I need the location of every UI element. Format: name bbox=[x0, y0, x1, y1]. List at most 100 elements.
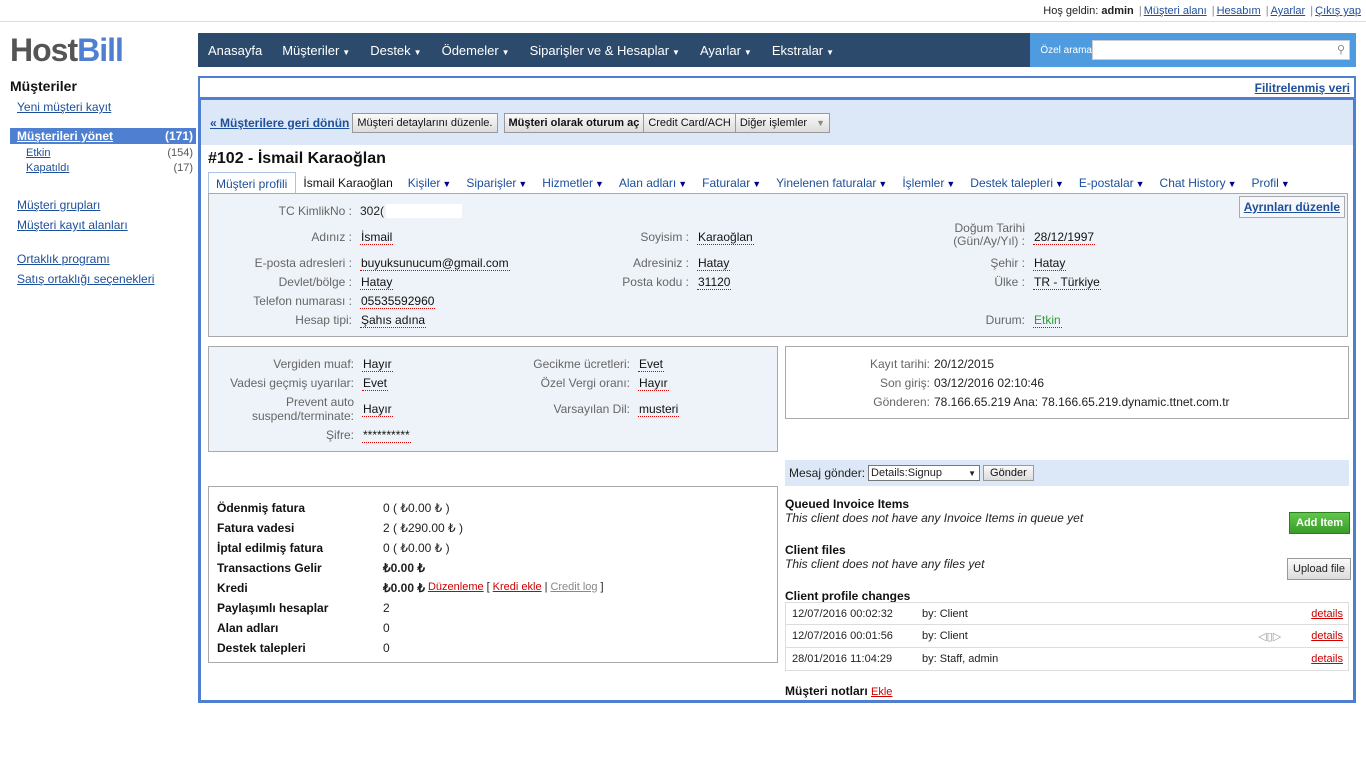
phone-label: Telefon numarası : bbox=[253, 294, 352, 308]
sidebar-affiliate-options[interactable]: Satış ortaklığı seçenekleri bbox=[17, 272, 196, 286]
credit-edit-link[interactable]: Düzenleme bbox=[428, 581, 484, 595]
city-value[interactable]: Hatay bbox=[1033, 256, 1067, 271]
password-value[interactable]: ********** bbox=[362, 428, 411, 443]
account-type-label: Hesap tipi: bbox=[295, 313, 352, 327]
edit-customer-button[interactable]: Müşteri detaylarını düzenle. bbox=[352, 112, 498, 133]
nav-home[interactable]: Anasayfa bbox=[198, 43, 272, 58]
details-link[interactable]: details bbox=[1311, 608, 1343, 620]
profile-changes-table: 12/07/2016 00:02:32 by: Client details 12/… bbox=[785, 602, 1349, 671]
login-info: Kayıt tarihi: 20/12/2015 Son giriş: 03/12/… bbox=[785, 346, 1349, 419]
edit-details-button[interactable]: Ayrınları düzenle bbox=[1238, 196, 1345, 218]
summary-income-value: ₺0.00 ₺ bbox=[383, 561, 425, 575]
tab-chat-history[interactable]: Chat History ▼ bbox=[1153, 172, 1245, 194]
summary-tickets-label: Destek talepleri bbox=[217, 641, 306, 655]
surname-value[interactable]: Karaoğlan bbox=[697, 230, 754, 245]
account-type-value[interactable]: Şahıs adına bbox=[360, 313, 427, 328]
tab-contacts[interactable]: Kişiler ▼ bbox=[401, 172, 460, 194]
phone-value[interactable]: 05535592960 bbox=[360, 294, 436, 309]
tc-redaction bbox=[386, 204, 463, 218]
logout-link[interactable]: Çıkış yap bbox=[1315, 5, 1361, 17]
credit-card-button[interactable]: Credit Card/ACH bbox=[643, 112, 735, 133]
summary-paid-value: 0 ( ₺0.00 ₺ ) bbox=[383, 501, 450, 515]
client-area-link[interactable]: Müşteri alanı bbox=[1144, 5, 1207, 17]
filtered-data-link[interactable]: Filitrelenmiş veri bbox=[1255, 81, 1350, 95]
password-label: Şifre: bbox=[325, 428, 354, 442]
tab-services[interactable]: Hizmetler ▼ bbox=[535, 172, 612, 194]
nav-payments[interactable]: Ödemeler ▼ bbox=[432, 43, 520, 58]
queued-items-title: Queued Invoice Items bbox=[785, 497, 910, 511]
tab-emails[interactable]: E-postalar ▼ bbox=[1072, 172, 1153, 194]
prevent-suspend-value[interactable]: Hayır bbox=[362, 402, 393, 417]
status-value[interactable]: Etkin bbox=[1033, 313, 1062, 328]
sidebar-manage-customers[interactable]: Müşterileri yönet (171) bbox=[10, 128, 196, 144]
billing-settings: Vergiden muaf: Hayır Gecikme ücretleri: Ev… bbox=[208, 346, 778, 452]
country-label: Ülke : bbox=[994, 275, 1025, 289]
tab-customer-name[interactable]: İsmail Karaoğlan bbox=[296, 172, 400, 194]
address-label: Adresiniz : bbox=[632, 256, 689, 270]
sidebar: Müşteriler Yeni müşteri kayıt Müşteriler… bbox=[10, 78, 196, 286]
sidebar-registration-fields[interactable]: Müşteri kayıt alanları bbox=[17, 218, 196, 232]
search-input[interactable]: ⚲ bbox=[1092, 40, 1350, 60]
vat-label: Özel Vergi oranı: bbox=[540, 376, 630, 390]
sidebar-item-closed[interactable]: Kapatıldı (17) bbox=[10, 159, 196, 174]
country-value[interactable]: TR - Türkiye bbox=[1033, 275, 1101, 290]
nav-settings[interactable]: Ayarlar ▼ bbox=[690, 43, 762, 58]
nav-support[interactable]: Destek ▼ bbox=[360, 43, 431, 58]
credit-log-link[interactable]: Credit log bbox=[550, 581, 597, 595]
my-account-link[interactable]: Hesabım bbox=[1217, 5, 1261, 17]
summary-credit-value: ₺0.00 ₺ bbox=[383, 581, 425, 595]
tab-invoices[interactable]: Faturalar ▼ bbox=[695, 172, 769, 194]
tab-support-tickets[interactable]: Destek talepleri ▼ bbox=[963, 172, 1072, 194]
registered-value: 20/12/2015 bbox=[934, 357, 995, 371]
send-button[interactable]: Gönder bbox=[983, 465, 1034, 481]
table-row: 28/01/2016 11:04:29 by: Staff, admin detai… bbox=[785, 648, 1349, 671]
summary-cancelled-value: 0 ( ₺0.00 ₺ ) bbox=[383, 541, 450, 555]
message-template-select[interactable]: Details:Signup ▼ bbox=[868, 465, 981, 481]
sidebar-customer-groups[interactable]: Müşteri grupları bbox=[17, 198, 196, 212]
nav-extras[interactable]: Ekstralar ▼ bbox=[762, 43, 844, 58]
tab-profile[interactable]: Müşteri profili bbox=[208, 172, 297, 194]
tab-recurring-invoices[interactable]: Yinelenen faturalar ▼ bbox=[769, 172, 895, 194]
state-value[interactable]: Hatay bbox=[360, 275, 394, 290]
tab-domains[interactable]: Alan adları ▼ bbox=[612, 172, 695, 194]
other-actions-button[interactable]: Diğer işlemler ▼ bbox=[734, 112, 831, 133]
summary-tickets-value: 0 bbox=[383, 641, 390, 655]
sidebar-item-active[interactable]: Etkin (154) bbox=[10, 144, 196, 159]
vat-value[interactable]: Hayır bbox=[638, 376, 669, 391]
tab-profile-menu[interactable]: Profil ▼ bbox=[1245, 172, 1298, 194]
email-value[interactable]: buyuksunucum@gmail.com bbox=[360, 256, 510, 271]
add-item-button[interactable]: Add Item bbox=[1289, 512, 1351, 534]
login-as-customer-button[interactable]: Müşteri olarak oturum aç bbox=[503, 112, 644, 133]
nav-customers[interactable]: Müşteriler ▼ bbox=[272, 43, 360, 58]
search-icon[interactable]: ⚲ bbox=[1337, 43, 1345, 56]
summary-due-label: Fatura vadesi bbox=[217, 521, 295, 535]
settings-link[interactable]: Ayarlar bbox=[1271, 5, 1306, 17]
tc-value: 302( bbox=[360, 204, 385, 218]
page-title: #102 - İsmail Karaoğlan bbox=[208, 150, 386, 167]
add-credit-link[interactable]: Kredi ekle bbox=[493, 581, 542, 595]
email-label: E-posta adresleri : bbox=[254, 256, 352, 270]
details-link[interactable]: details bbox=[1311, 653, 1343, 665]
hostbill-logo[interactable]: HostBill bbox=[10, 32, 124, 69]
details-link[interactable]: details bbox=[1311, 630, 1343, 642]
name-value[interactable]: İsmail bbox=[360, 230, 394, 245]
status-label: Durum: bbox=[985, 313, 1025, 327]
sidebar-new-customer[interactable]: Yeni müşteri kayıt bbox=[17, 100, 196, 114]
address-value[interactable]: Hatay bbox=[697, 256, 731, 271]
sidebar-affiliate-program[interactable]: Ortaklık programı bbox=[17, 252, 196, 266]
upload-file-button[interactable]: Upload file bbox=[1287, 558, 1351, 580]
nav-orders[interactable]: Siparişler ve & Hesaplar ▼ bbox=[520, 43, 690, 58]
drag-handle-icon[interactable]: ◁▯▷ bbox=[1258, 630, 1281, 643]
filter-bar: Filitrelenmiş veri bbox=[198, 76, 1356, 98]
tab-transactions[interactable]: İşlemler ▼ bbox=[895, 172, 963, 194]
zip-value[interactable]: 31120 bbox=[697, 275, 732, 290]
tab-orders[interactable]: Siparişler ▼ bbox=[459, 172, 535, 194]
back-to-customers-link[interactable]: « Müşterilere geri dönün bbox=[210, 116, 349, 130]
language-value[interactable]: musteri bbox=[638, 402, 680, 417]
overdue-label: Vadesi geçmiş uyarılar: bbox=[230, 376, 354, 390]
late-fees-value[interactable]: Evet bbox=[638, 357, 665, 372]
tax-exempt-value[interactable]: Hayır bbox=[362, 357, 393, 372]
add-note-link[interactable]: Ekle bbox=[871, 686, 892, 698]
dob-value[interactable]: 28/12/1997 bbox=[1033, 230, 1096, 245]
overdue-value[interactable]: Evet bbox=[362, 376, 389, 391]
